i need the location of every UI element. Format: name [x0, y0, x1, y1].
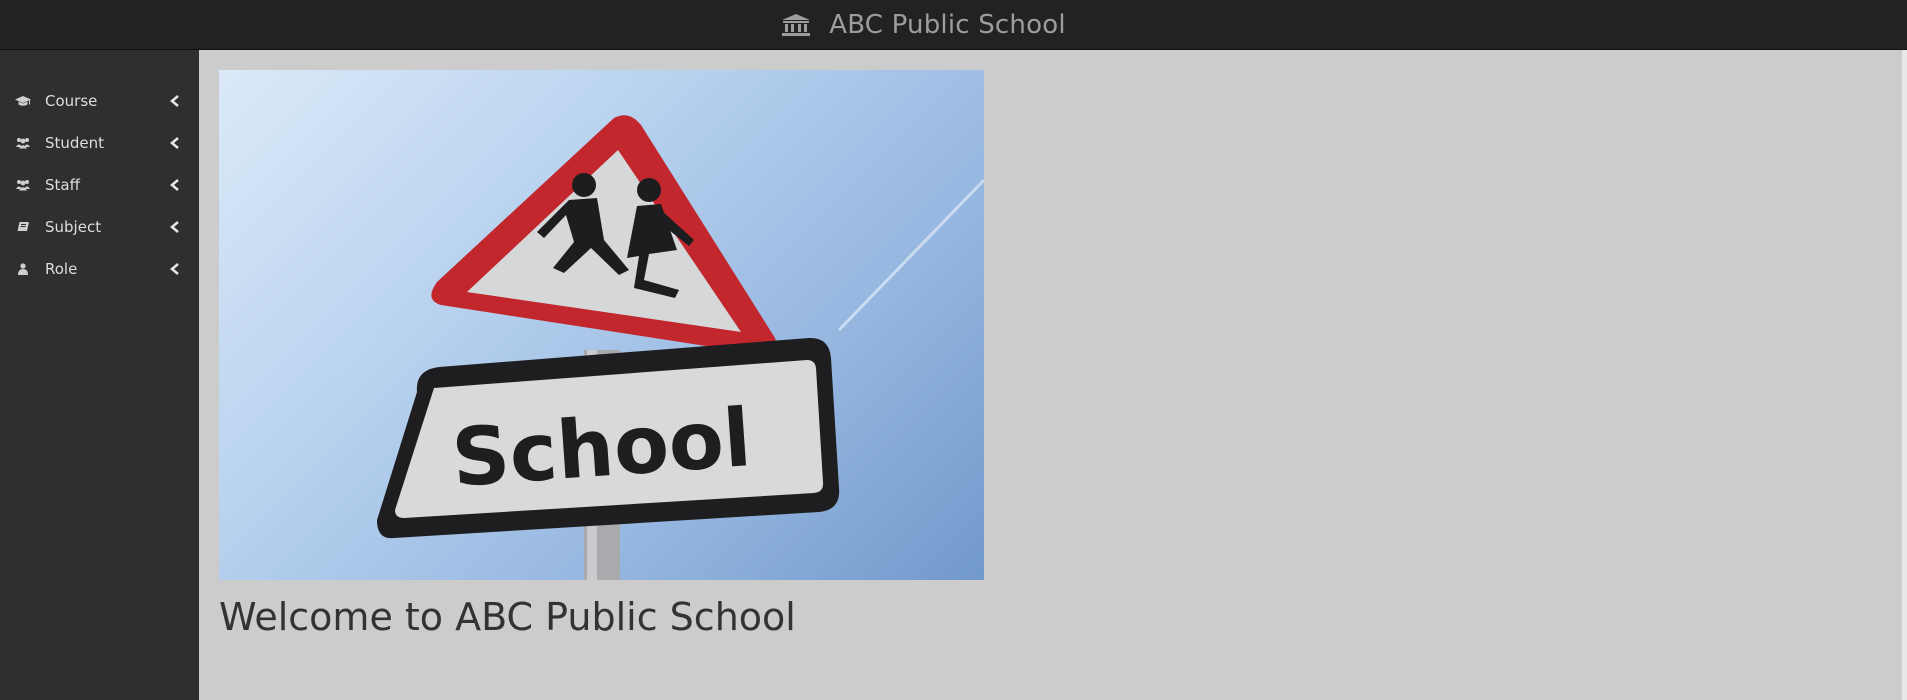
users-icon [15, 136, 31, 150]
app-title: ABC Public School [829, 9, 1066, 40]
institution-icon [781, 13, 811, 37]
scrollbar[interactable] [1902, 50, 1907, 700]
sidebar-item-subject[interactable]: Subject [0, 206, 199, 248]
chevron-left-icon[interactable] [169, 136, 181, 150]
main-content: School Welcome to ABC Public School [199, 50, 1902, 700]
chevron-left-icon[interactable] [169, 262, 181, 276]
chevron-left-icon[interactable] [169, 94, 181, 108]
sidebar-menu: Course Student Staff Subject Role [0, 50, 199, 290]
hero-image: School [219, 70, 984, 580]
sidebar-item-role[interactable]: Role [0, 248, 199, 290]
sidebar-item-label: Role [45, 260, 78, 278]
chevron-left-icon[interactable] [169, 220, 181, 234]
sidebar-item-label: Staff [45, 176, 80, 194]
sidebar-item-student[interactable]: Student [0, 122, 199, 164]
sidebar-item-label: Student [45, 134, 105, 152]
school-sign-illustration: School [377, 115, 984, 580]
brand[interactable]: ABC Public School [781, 10, 1066, 40]
welcome-heading: Welcome to ABC Public School [219, 595, 796, 639]
sidebar: Course Student Staff Subject Role [0, 50, 199, 700]
sidebar-item-label: Subject [45, 218, 102, 236]
user-icon [15, 262, 31, 276]
chevron-left-icon[interactable] [169, 178, 181, 192]
book-icon [15, 220, 31, 234]
graduation-cap-icon [15, 94, 31, 108]
sidebar-item-staff[interactable]: Staff [0, 164, 199, 206]
sidebar-item-label: Course [45, 92, 98, 110]
users-icon [15, 178, 31, 192]
top-navbar: ABC Public School [0, 0, 1907, 50]
sidebar-item-course[interactable]: Course [0, 80, 199, 122]
